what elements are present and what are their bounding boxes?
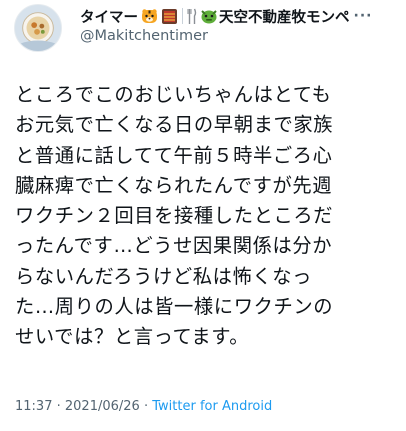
tweet-text: ところでこのおじいちゃんはとても お元気で亡くなる日の早朝まで家族 と普通に話し… [15,80,405,353]
user-handle[interactable]: @Makitchentimer [80,28,208,44]
tweet-line: た…周りの人は皆一様にワクチンの [15,295,334,319]
meta-separator: · [56,399,61,414]
display-name-suffix[interactable]: 天空不動産牧モンペ [219,6,350,27]
avatar[interactable] [14,4,62,52]
tweet-line: と普通に話してて午前５時半ごろ心 [15,143,333,167]
tweet-meta: 11:37 · 2021/06/26 · Twitter for Android [15,399,272,414]
tweet-date[interactable]: 2021/06/26 [65,399,140,414]
tweet-line: らないんだろうけど私は怖くなっ [15,264,313,288]
grill-emoji-icon [161,8,178,25]
tiger-emoji-icon [141,8,158,25]
divider [182,8,183,24]
tweet-line: 臓麻痺で亡くなられたんですが先週 [15,173,333,197]
tweet-line: せいでは？と言ってます。 [15,325,250,349]
tweet-line: ところでこのおじいちゃんはとても [15,83,332,106]
avatar-image [15,5,61,51]
display-name[interactable]: タイマー [80,6,138,27]
utensils-emoji-icon [187,8,197,25]
name-row: タイマー 天空不動産牧モンペ ··· [80,6,402,26]
more-icon[interactable]: ··· [354,9,373,23]
meta-separator: · [143,399,149,414]
tweet-line: お元気で亡くなる日の早朝まで家族 [15,113,334,137]
tweet-time[interactable]: 11:37 [15,399,52,414]
dragon-emoji-icon [200,8,218,25]
tweet-source-link[interactable]: Twitter for Android [152,399,272,414]
tweet-line: ワクチン２回目を接種したところだ [15,204,334,228]
tweet: タイマー 天空不動産牧モンペ ··· @Makitchentimer ところでこ… [0,0,406,431]
tweet-line: ったんです…どうせ因果関係は分か [15,234,333,258]
